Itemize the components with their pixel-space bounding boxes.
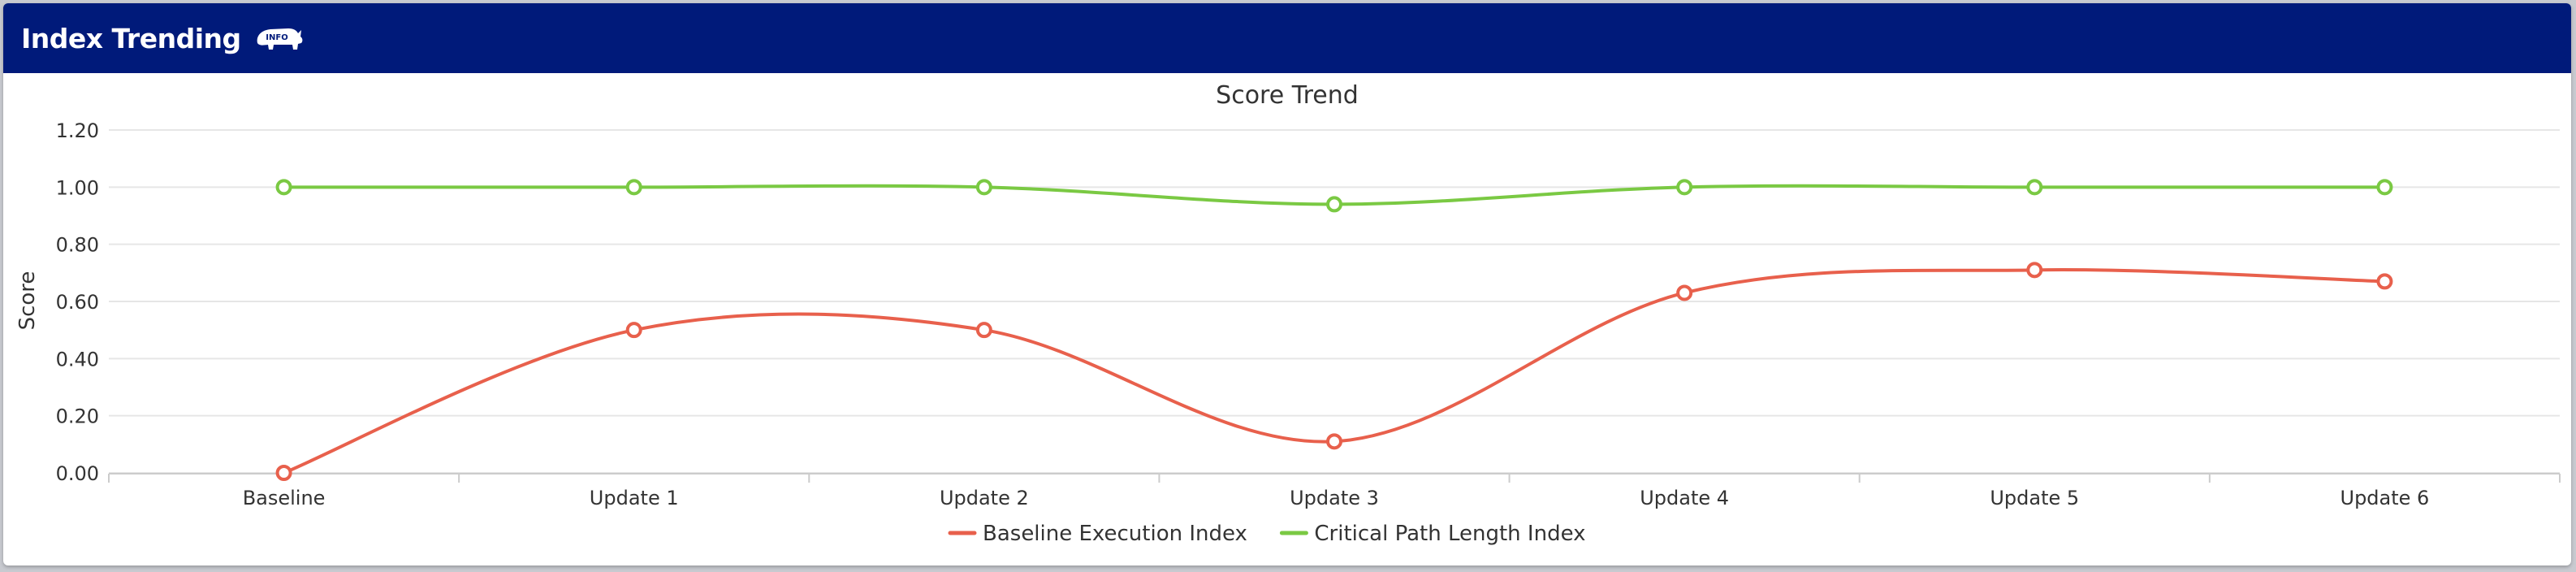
data-point[interactable] (625, 322, 642, 339)
data-point[interactable] (1676, 179, 1693, 196)
data-point[interactable] (275, 179, 292, 196)
data-point[interactable] (275, 465, 292, 481)
x-tick-label: Update 5 (1990, 487, 2079, 509)
info-icon-label: INFO (266, 33, 287, 42)
y-tick-label: 0.00 (56, 462, 99, 485)
legend-item-1[interactable]: Critical Path Length Index (1279, 522, 1586, 546)
data-point[interactable] (975, 179, 992, 196)
data-point[interactable] (975, 322, 992, 339)
chart-title: Score Trend (1216, 81, 1359, 110)
data-point[interactable] (1326, 433, 1342, 450)
legend-label: Critical Path Length Index (1314, 522, 1585, 546)
panel-title: Index Trending (21, 22, 241, 54)
rhino-info-icon[interactable]: INFO (253, 22, 305, 54)
y-tick-label: 0.40 (56, 348, 99, 370)
series-lines (275, 179, 2393, 481)
legend-item-0[interactable]: Baseline Execution Index (948, 522, 1247, 546)
x-axis: Baseline Update 1 Update 2 Update 3 Update 4… (108, 473, 2561, 509)
data-point[interactable] (2376, 179, 2393, 196)
score-trend-chart: Score Trend Score 0.00 0.20 0.40 0.60 0.80 1.… (15, 81, 2561, 546)
data-point[interactable] (1676, 284, 1693, 301)
x-tick-label: Baseline (243, 487, 326, 509)
y-tick-label: 1.00 (56, 176, 99, 199)
legend[interactable]: Baseline Execution Index Critical Path Le… (948, 522, 1586, 546)
y-tick-label: 0.80 (56, 234, 99, 257)
x-tick-label: Update 4 (1640, 487, 1729, 509)
data-point[interactable] (625, 179, 642, 196)
x-tick-label: Update 1 (590, 487, 679, 509)
panel-header: Index Trending INFO (3, 3, 2571, 73)
y-tick-label: 1.20 (56, 119, 99, 142)
y-axis-label: Score (15, 271, 40, 331)
index-trending-panel: Index Trending INFO Score Trend Score 0.… (3, 3, 2571, 566)
data-point[interactable] (2026, 262, 2043, 279)
grid-lines: 0.00 0.20 0.40 0.60 0.80 1.00 1.20 (56, 119, 2560, 485)
x-tick-label: Update 3 (1290, 487, 1379, 509)
legend-label: Baseline Execution Index (983, 522, 1247, 546)
y-tick-label: 0.60 (56, 291, 99, 314)
y-tick-label: 0.20 (56, 405, 99, 428)
x-tick-label: Update 2 (940, 487, 1029, 509)
data-point[interactable] (2376, 273, 2393, 290)
data-point[interactable] (2026, 179, 2043, 196)
data-point[interactable] (1326, 196, 1342, 213)
x-tick-label: Update 6 (2340, 487, 2430, 509)
